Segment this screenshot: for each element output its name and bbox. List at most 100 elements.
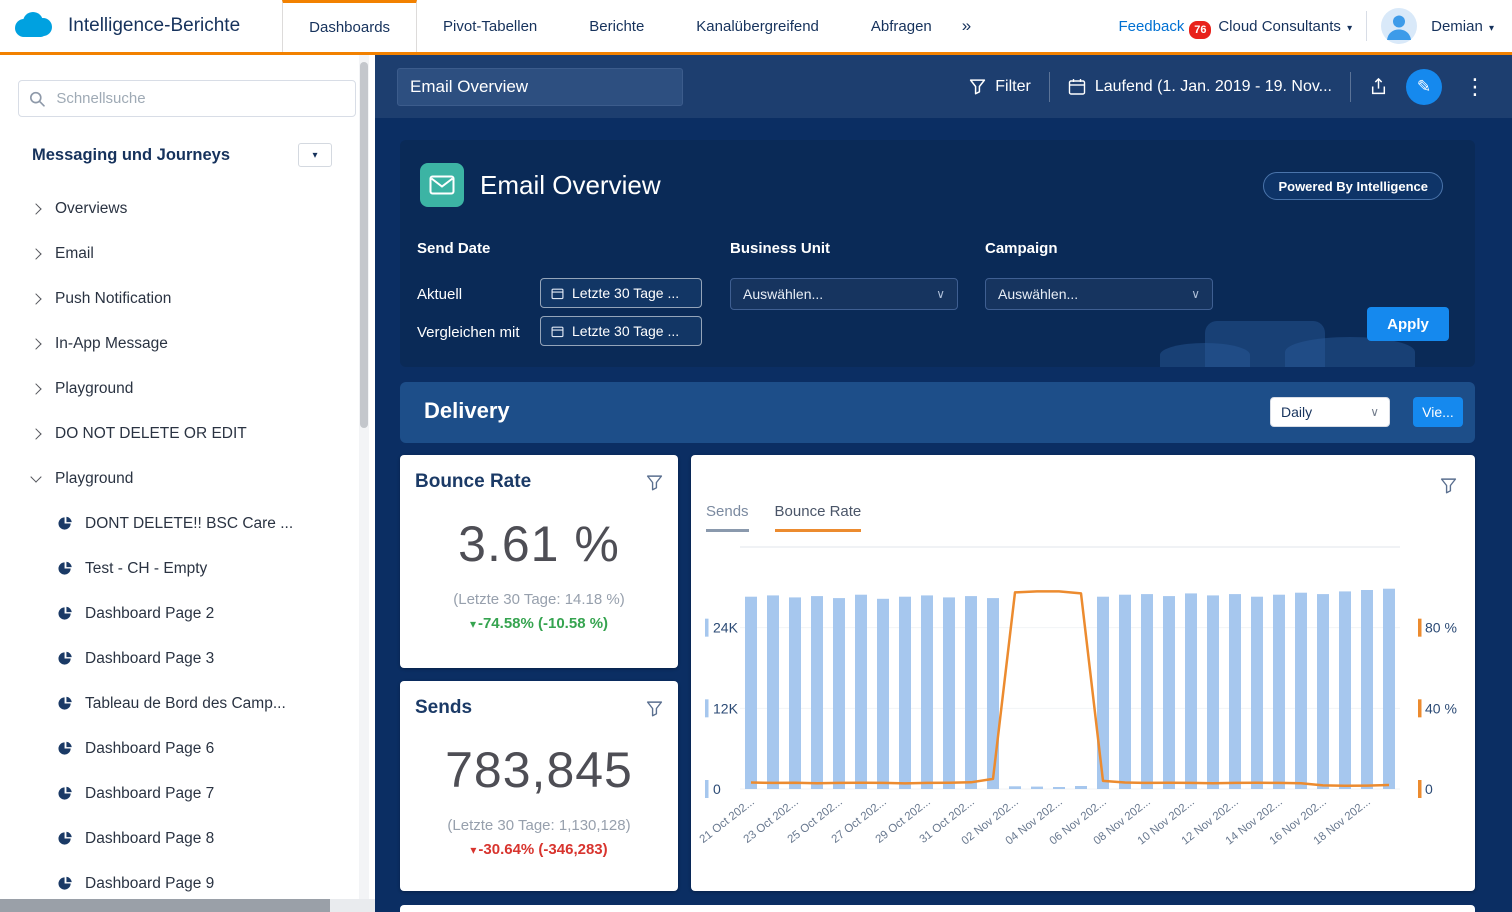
sidebar-hscrollbar-thumb[interactable] [0,899,330,912]
decorative-skyline [1160,343,1250,367]
sidebar-page-tableau[interactable]: Tableau de Bord des Camp... [0,681,359,726]
sidebar-page-dashboard-6[interactable]: Dashboard Page 6 [0,726,359,771]
svg-text:80 %: 80 % [1425,620,1457,636]
app-window: Intelligence-Berichte Dashboards Pivot-T… [0,0,1512,912]
sidebar-scrollbar-thumb[interactable] [360,62,368,428]
account-switcher[interactable]: Cloud Consultants ▾ [1218,18,1352,35]
person-icon [1381,8,1417,44]
tab-cross-channel[interactable]: Kanalübergreifend [670,0,845,52]
chevron-right-icon [30,383,41,394]
overflow-menu-button[interactable]: ⋮ [1460,74,1490,100]
svg-text:12K: 12K [713,700,739,716]
filter-button[interactable]: Filter [969,78,1031,96]
send-date-label: Send Date [417,240,490,257]
more-tabs-icon[interactable]: » [962,16,971,36]
chevron-right-icon [30,293,41,304]
export-button[interactable] [1369,77,1388,96]
delivery-chart-svg[interactable]: 012K24K040 %80 %21 Oct 202...23 Oct 202.… [691,455,1475,891]
sidebar-page-label: Dashboard Page 9 [85,875,214,893]
delivery-section-header: Delivery Daily ∨ Vie... [400,382,1475,443]
compare-date-range-value: Letzte 30 Tage ... [572,323,679,339]
nav-right-group: Feedback 76 Cloud Consultants ▾ Demian ▾ [1118,8,1512,44]
kpi-filter-button[interactable] [646,474,663,491]
tab-reports[interactable]: Berichte [563,0,670,52]
delivery-title: Delivery [424,398,510,424]
kpi-title: Bounce Rate [415,471,531,493]
funnel-icon [646,700,663,717]
calendar-icon [1068,78,1086,96]
view-button[interactable]: Vie... [1413,397,1463,427]
sidebar-item-do-not-delete[interactable]: DO NOT DELETE OR EDIT [0,411,359,456]
kpi-filter-button[interactable] [646,700,663,717]
sidebar-page-label: Test - CH - Empty [85,560,207,578]
user-menu[interactable]: Demian ▾ [1431,18,1494,35]
sidebar-page-test-ch-empty[interactable]: Test - CH - Empty [0,546,359,591]
user-avatar[interactable] [1381,8,1417,44]
feedback-link[interactable]: Feedback [1118,18,1184,35]
sends-kpi-card: Sends 783,845 (Letzte 30 Tage: 1,130,128… [400,681,678,891]
campaign-label: Campaign [985,240,1058,257]
kpi-delta: ▾-30.64% (-346,283) [400,841,678,858]
sidebar-page-dont-delete-bsc[interactable]: DONT DELETE!! BSC Care ... [0,501,359,546]
app-title: Intelligence-Berichte [68,15,240,37]
dashboard-toolbar: Email Overview Filter Laufend (1. Jan. 2… [375,55,1512,118]
funnel-icon [969,78,986,95]
export-icon [1369,77,1388,96]
dashboard-page-icon [58,696,73,711]
chevron-right-icon [30,248,41,259]
granularity-value: Daily [1281,404,1312,420]
dashboard-page-icon [58,651,73,666]
search-input[interactable] [54,89,345,108]
svg-text:0: 0 [1425,781,1433,797]
caret-down-icon: ▾ [312,150,317,161]
delivery-chart-card: Sends Bounce Rate 012K24K040 %80 %21 Oct… [691,455,1475,891]
tab-dashboards[interactable]: Dashboards [282,0,417,52]
sidebar-hscrollbar-track[interactable] [0,899,375,912]
chevron-right-icon [30,203,41,214]
top-navigation-bar: Intelligence-Berichte Dashboards Pivot-T… [0,0,1512,55]
sidebar-search[interactable] [18,80,356,117]
campaign-select[interactable]: Auswählen... ∨ [985,278,1213,310]
sidebar-item-overviews[interactable]: Overviews [0,186,359,231]
kpi-value: 3.61 % [400,515,678,573]
dashboard-title-field[interactable]: Email Overview [397,68,683,106]
kpi-value: 783,845 [400,741,678,799]
apply-button[interactable]: Apply [1367,307,1449,341]
sidebar-scrollbar-track[interactable] [359,55,369,899]
account-name: Cloud Consultants [1218,18,1341,35]
tab-queries[interactable]: Abfragen [845,0,958,52]
sidebar-item-push-notification[interactable]: Push Notification [0,276,359,321]
edit-dashboard-button[interactable]: ✎ [1406,69,1442,105]
nav-divider [1366,11,1367,41]
sidebar-page-dashboard-8[interactable]: Dashboard Page 8 [0,816,359,861]
sidebar-item-email[interactable]: Email [0,231,359,276]
date-range-button[interactable]: Laufend (1. Jan. 2019 - 19. Nov... [1068,78,1332,96]
sidebar-item-playground-1[interactable]: Playground [0,366,359,411]
workspace-dropdown-button[interactable]: ▾ [298,143,332,167]
sidebar-page-label: DONT DELETE!! BSC Care ... [85,515,293,533]
sidebar-item-in-app-message[interactable]: In-App Message [0,321,359,366]
workspace-section: Messaging und Journeys ▾ [32,143,332,167]
chevron-right-icon [30,338,41,349]
kpi-delta-value: -74.58% (-10.58 %) [478,615,608,632]
sidebar-page-dashboard-3[interactable]: Dashboard Page 3 [0,636,359,681]
calendar-icon [551,287,564,300]
next-widget-row [400,905,1475,912]
email-icon [420,163,464,207]
current-date-range-value: Letzte 30 Tage ... [572,285,679,301]
nav-tabs: Dashboards Pivot-Tabellen Berichte Kanal… [282,0,958,52]
current-date-range-select[interactable]: Letzte 30 Tage ... [540,278,702,308]
tab-pivot-tables[interactable]: Pivot-Tabellen [417,0,563,52]
toolbar-divider [1049,72,1050,102]
granularity-select[interactable]: Daily ∨ [1270,397,1390,427]
sidebar-page-dashboard-2[interactable]: Dashboard Page 2 [0,591,359,636]
kpi-period-note: (Letzte 30 Tage: 1,130,128) [400,817,678,834]
compare-date-range-select[interactable]: Letzte 30 Tage ... [540,316,702,346]
sidebar-page-dashboard-7[interactable]: Dashboard Page 7 [0,771,359,816]
business-unit-select[interactable]: Auswählen... ∨ [730,278,958,310]
sidebar-item-playground-expanded[interactable]: Playground [0,456,359,501]
chevron-down-icon: ∨ [1191,287,1200,301]
toolbar-divider [1350,72,1351,102]
decorative-skyline [1285,337,1415,367]
sidebar-page-label: Dashboard Page 6 [85,740,214,758]
